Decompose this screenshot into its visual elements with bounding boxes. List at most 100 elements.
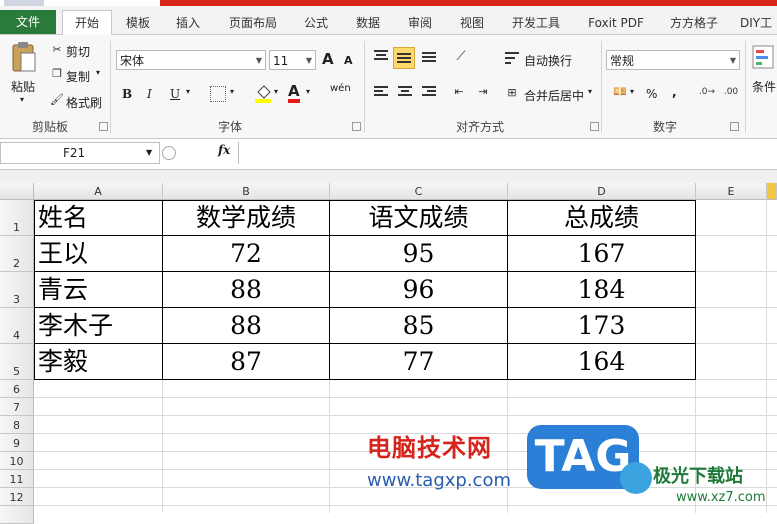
column-header-b[interactable]: B bbox=[163, 183, 330, 200]
phonetic-guide-button[interactable]: wén bbox=[330, 83, 351, 94]
grow-font-button[interactable]: A bbox=[322, 50, 334, 68]
font-name-select[interactable]: 宋体 ▼ bbox=[116, 50, 266, 70]
column-header-a[interactable]: A bbox=[34, 183, 163, 200]
orientation-icon[interactable]: ⟋ bbox=[450, 49, 472, 64]
row-header-4[interactable]: 4 bbox=[0, 308, 34, 344]
tab-formulas[interactable]: 公式 bbox=[296, 12, 336, 34]
select-all-button[interactable] bbox=[0, 183, 34, 200]
cancel-circle-icon[interactable] bbox=[162, 146, 176, 160]
increase-indent-icon[interactable]: ⇥ bbox=[474, 85, 492, 98]
cell-b3[interactable]: 88 bbox=[163, 272, 330, 308]
cell-d5[interactable]: 164 bbox=[508, 344, 696, 380]
decrease-decimal-icon[interactable]: .00 bbox=[722, 87, 740, 97]
tab-insert[interactable]: 插入 bbox=[168, 12, 208, 34]
copy-dropdown-arrow[interactable]: ▾ bbox=[96, 68, 100, 77]
copy-button[interactable]: 复制 bbox=[66, 68, 90, 85]
cell-b1[interactable]: 数学成绩 bbox=[163, 200, 330, 236]
comma-button[interactable]: , bbox=[672, 85, 677, 99]
tab-data[interactable]: 数据 bbox=[348, 12, 388, 34]
currency-icon[interactable]: 💴 bbox=[610, 85, 630, 98]
tab-foxit-pdf[interactable]: Foxit PDF bbox=[582, 12, 650, 34]
column-header-f-partial[interactable] bbox=[767, 183, 777, 200]
cell-a4[interactable]: 李木子 bbox=[34, 308, 163, 344]
column-header-d[interactable]: D bbox=[508, 183, 696, 200]
cell-b4[interactable]: 88 bbox=[163, 308, 330, 344]
merge-dropdown-arrow[interactable]: ▾ bbox=[588, 87, 592, 96]
paste-dropdown-arrow[interactable]: ▾ bbox=[20, 95, 24, 104]
cell-d1[interactable]: 总成绩 bbox=[508, 200, 696, 236]
column-e-cells[interactable] bbox=[696, 200, 777, 380]
row-header-12[interactable]: 12 bbox=[0, 488, 34, 506]
column-header-e[interactable]: E bbox=[696, 183, 767, 200]
cell-c1[interactable]: 语文成绩 bbox=[330, 200, 508, 236]
row-header-13-partial[interactable] bbox=[0, 506, 34, 524]
conditional-format-icon[interactable] bbox=[752, 45, 774, 71]
underline-button[interactable]: U bbox=[170, 87, 180, 101]
cell-b2[interactable]: 72 bbox=[163, 236, 330, 272]
paste-label[interactable]: 粘贴 bbox=[11, 78, 35, 95]
row-header-10[interactable]: 10 bbox=[0, 452, 34, 470]
row-header-5[interactable]: 5 bbox=[0, 344, 34, 380]
tab-templates[interactable]: 模板 bbox=[118, 12, 158, 34]
number-format-select[interactable]: 常规 ▼ bbox=[606, 50, 740, 70]
cell-d2[interactable]: 167 bbox=[508, 236, 696, 272]
row-header-3[interactable]: 3 bbox=[0, 272, 34, 308]
cell-c4[interactable]: 85 bbox=[330, 308, 508, 344]
merge-center-button[interactable]: 合并后居中 bbox=[524, 87, 584, 104]
borders-icon[interactable] bbox=[210, 86, 226, 102]
cell-c2[interactable]: 95 bbox=[330, 236, 508, 272]
insert-function-icon[interactable]: fx bbox=[218, 143, 230, 157]
tab-view[interactable]: 视图 bbox=[452, 12, 492, 34]
increase-decimal-icon[interactable]: .0→ bbox=[698, 87, 716, 97]
align-middle-icon[interactable] bbox=[393, 47, 415, 69]
column-header-c[interactable]: C bbox=[330, 183, 508, 200]
formula-input[interactable] bbox=[238, 142, 777, 164]
tab-review[interactable]: 审阅 bbox=[400, 12, 440, 34]
decrease-indent-icon[interactable]: ⇤ bbox=[450, 85, 468, 98]
align-center-icon[interactable] bbox=[396, 85, 414, 102]
alignment-launcher-icon[interactable] bbox=[590, 122, 599, 131]
row-header-1[interactable]: 1 bbox=[0, 200, 34, 236]
cut-button[interactable]: 剪切 bbox=[66, 43, 90, 60]
cell-b5[interactable]: 87 bbox=[163, 344, 330, 380]
tab-home[interactable]: 开始 bbox=[62, 10, 112, 36]
fill-color-icon[interactable] bbox=[254, 84, 272, 107]
bold-button[interactable]: B bbox=[122, 87, 132, 101]
font-launcher-icon[interactable] bbox=[352, 122, 361, 131]
cell-c3[interactable]: 96 bbox=[330, 272, 508, 308]
wrap-text-button[interactable]: 自动换行 bbox=[524, 52, 572, 69]
cell-d4[interactable]: 173 bbox=[508, 308, 696, 344]
row-header-11[interactable]: 11 bbox=[0, 470, 34, 488]
currency-dropdown-arrow[interactable]: ▾ bbox=[630, 87, 634, 96]
row-header-7[interactable]: 7 bbox=[0, 398, 34, 416]
font-size-select[interactable]: 11 ▼ bbox=[269, 50, 316, 70]
chevron-down-icon[interactable]: ▼ bbox=[146, 148, 152, 157]
cell-c5[interactable]: 77 bbox=[330, 344, 508, 380]
name-box[interactable]: F21 ▼ bbox=[0, 142, 160, 164]
align-top-icon[interactable] bbox=[372, 49, 390, 67]
cell-a5[interactable]: 李毅 bbox=[34, 344, 163, 380]
row-header-9[interactable]: 9 bbox=[0, 434, 34, 452]
fill-color-dropdown-arrow[interactable]: ▾ bbox=[274, 87, 278, 96]
clipboard-launcher-icon[interactable] bbox=[99, 122, 108, 131]
shrink-font-button[interactable]: A bbox=[344, 54, 353, 67]
align-left-icon[interactable] bbox=[372, 85, 390, 102]
tab-file[interactable]: 文件 bbox=[0, 10, 56, 34]
row-header-2[interactable]: 2 bbox=[0, 236, 34, 272]
number-launcher-icon[interactable] bbox=[730, 122, 739, 131]
font-color-dropdown-arrow[interactable]: ▾ bbox=[306, 87, 310, 96]
format-painter-button[interactable]: 格式刷 bbox=[66, 94, 102, 111]
tab-fangfang-gezi[interactable]: 方方格子 bbox=[664, 12, 724, 34]
paste-button[interactable] bbox=[10, 41, 38, 75]
cell-a2[interactable]: 王以 bbox=[34, 236, 163, 272]
italic-button[interactable]: I bbox=[147, 87, 152, 101]
underline-dropdown-arrow[interactable]: ▾ bbox=[186, 87, 190, 96]
cell-d3[interactable]: 184 bbox=[508, 272, 696, 308]
row-header-8[interactable]: 8 bbox=[0, 416, 34, 434]
align-right-icon[interactable] bbox=[420, 85, 438, 102]
cell-a3[interactable]: 青云 bbox=[34, 272, 163, 308]
align-bottom-icon[interactable] bbox=[420, 49, 438, 67]
cell-a1[interactable]: 姓名 bbox=[34, 200, 163, 236]
conditional-format-button[interactable]: 条件 bbox=[752, 78, 776, 95]
row-header-6[interactable]: 6 bbox=[0, 380, 34, 398]
